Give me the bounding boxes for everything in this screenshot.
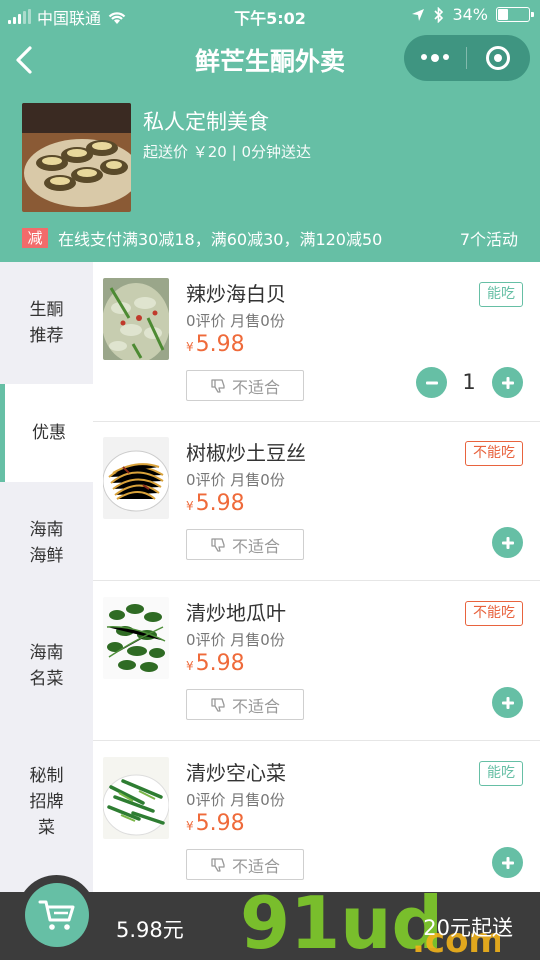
store-header: 中国联通 下午5:02 34% 鲜芒生酮外卖 私人定制美食 起送价 ￥20 | … [0, 0, 540, 262]
activity-count-link[interactable]: 7个活动 [460, 226, 518, 250]
dish-list: 辣炒海白贝 0评价 月售0份 ¥5.98 不适合 能吃 1 树椒炒土豆丝 0评价… [93, 262, 540, 892]
plus-icon [501, 856, 514, 869]
price-value: 5.98 [195, 811, 245, 836]
currency-symbol: ¥ [186, 499, 194, 513]
dish-price: ¥5.98 [186, 651, 245, 676]
thumbs-down-icon [211, 378, 225, 393]
sidebar-item-hainan-dishes[interactable]: 海南 名菜 [0, 604, 93, 728]
dish-price: ¥5.98 [186, 491, 245, 516]
not-suitable-label: 不适合 [231, 856, 280, 876]
dish-item: 清炒空心菜 0评价 月售0份 ¥5.98 不适合 能吃 [93, 741, 540, 892]
currency-symbol: ¥ [186, 659, 194, 673]
currency-symbol: ¥ [186, 340, 194, 354]
store-delivery-info: 起送价 ￥20 | 0分钟送达 [143, 143, 311, 161]
add-dish-button[interactable] [492, 847, 523, 878]
dish-price: ¥5.98 [186, 332, 245, 357]
close-mini-program-button[interactable] [467, 35, 529, 81]
thumbs-down-icon [211, 857, 225, 872]
shopping-cart-icon [38, 900, 74, 930]
chevron-left-icon [16, 46, 32, 74]
keto-status-tag: 能吃 [479, 761, 523, 786]
dish-name: 清炒地瓜叶 [186, 601, 286, 625]
more-button[interactable] [404, 35, 466, 81]
dish-item: 辣炒海白贝 0评价 月售0份 ¥5.98 不适合 能吃 1 [93, 262, 540, 422]
category-sidebar: 生酮 推荐 优惠 海南 海鲜 海南 名菜 秘制 招牌 菜 [0, 262, 93, 892]
promo-text: 在线支付满30减18，满60减30，满120减50 [58, 230, 383, 249]
thumbs-down-icon [211, 537, 225, 552]
cart-icon-container [24, 882, 89, 947]
not-suitable-label: 不适合 [231, 696, 280, 716]
price-value: 5.98 [195, 332, 245, 357]
dish-name: 辣炒海白贝 [186, 282, 286, 306]
sidebar-item-discount[interactable]: 优惠 [0, 384, 93, 482]
sidebar-item-signature[interactable]: 秘制 招牌 菜 [0, 728, 93, 876]
cart-bar: 5.98元 91ud .com 20元起送 [0, 875, 540, 960]
close-target-icon [486, 46, 510, 70]
dish-image [103, 597, 169, 679]
price-value: 5.98 [195, 651, 245, 676]
more-dots-icon [421, 54, 449, 62]
not-suitable-button[interactable]: 不适合 [186, 370, 304, 401]
plus-icon [501, 696, 514, 709]
nav-bar: 鲜芒生酮外卖 [0, 30, 540, 90]
add-dish-button[interactable] [492, 687, 523, 718]
store-name: 私人定制美食 [143, 110, 269, 134]
cart-total: 5.98元 [116, 918, 184, 942]
dish-name: 清炒空心菜 [186, 761, 286, 785]
not-suitable-label: 不适合 [231, 536, 280, 556]
not-suitable-button[interactable]: 不适合 [186, 529, 304, 560]
sidebar-item-keto-recommend[interactable]: 生酮 推荐 [0, 262, 93, 384]
dish-stats: 0评价 月售0份 [186, 631, 285, 649]
dish-image [103, 437, 169, 519]
thumbs-down-icon [211, 697, 225, 712]
dish-name: 树椒炒土豆丝 [186, 441, 306, 465]
plus-icon [501, 376, 514, 389]
quantity-value: 1 [462, 370, 476, 394]
back-button[interactable] [10, 42, 40, 78]
add-dish-button[interactable] [492, 527, 523, 558]
price-value: 5.98 [195, 491, 245, 516]
dish-item: 清炒地瓜叶 0评价 月售0份 ¥5.98 不适合 不能吃 [93, 581, 540, 741]
add-dish-button[interactable] [492, 367, 523, 398]
battery-percent: 34% [452, 5, 488, 24]
dish-stats: 0评价 月售0份 [186, 791, 285, 809]
dish-image [103, 278, 169, 360]
mini-program-capsule [404, 35, 530, 81]
dish-image [103, 757, 169, 839]
discount-badge: 减 [22, 228, 48, 248]
currency-symbol: ¥ [186, 819, 194, 833]
dish-stats: 0评价 月售0份 [186, 312, 285, 330]
battery-icon [496, 7, 534, 22]
status-bar: 中国联通 下午5:02 34% [0, 0, 540, 30]
not-suitable-label: 不适合 [231, 377, 280, 397]
minus-icon [425, 381, 438, 384]
location-icon [412, 8, 425, 21]
not-suitable-button[interactable]: 不适合 [186, 689, 304, 720]
dish-price: ¥5.98 [186, 811, 245, 836]
sidebar-item-hainan-seafood[interactable]: 海南 海鲜 [0, 482, 93, 604]
keto-status-tag: 不能吃 [465, 441, 523, 466]
min-order-label[interactable]: 20元起送 [423, 912, 513, 942]
dish-stats: 0评价 月售0份 [186, 471, 285, 489]
bluetooth-icon [434, 6, 444, 23]
keto-status-tag: 不能吃 [465, 601, 523, 626]
plus-icon [501, 536, 514, 549]
promo-banner[interactable]: 减 在线支付满30减18，满60减30，满120减50 [22, 226, 382, 250]
dish-item: 树椒炒土豆丝 0评价 月售0份 ¥5.98 不适合 不能吃 [93, 421, 540, 581]
decrease-quantity-button[interactable] [416, 367, 447, 398]
store-logo-image [22, 103, 131, 212]
keto-status-tag: 能吃 [479, 282, 523, 307]
svg-text:91ud: 91ud [240, 888, 443, 958]
not-suitable-button[interactable]: 不适合 [186, 849, 304, 880]
cart-button[interactable] [17, 875, 96, 954]
